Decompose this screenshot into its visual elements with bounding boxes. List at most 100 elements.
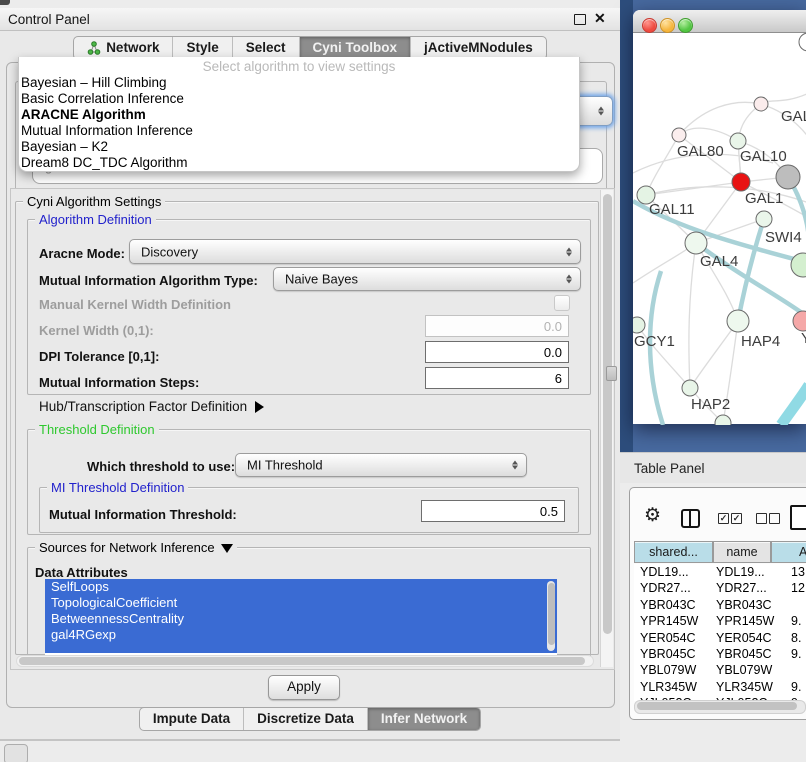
table-row[interactable]: YPR145WYPR145W9. bbox=[634, 613, 806, 629]
attributes-scrollbar[interactable] bbox=[547, 581, 555, 651]
dpi-tolerance-input[interactable]: 0.0 bbox=[425, 341, 569, 363]
unchecked-checkbox-icon[interactable] bbox=[769, 513, 780, 524]
unchecked-checkbox-icon[interactable] bbox=[756, 513, 767, 524]
selection-continues bbox=[45, 643, 557, 653]
network-node[interactable] bbox=[732, 173, 750, 191]
algorithm-option[interactable]: Mutual Information Inference bbox=[19, 123, 579, 139]
hub-definition-toggle[interactable]: Hub/Transcription Factor Definition bbox=[39, 399, 264, 414]
network-edge[interactable] bbox=[689, 243, 696, 388]
scrollbar-thumb[interactable] bbox=[637, 702, 797, 710]
algorithm-dropdown-list: Select algorithm to view settings Bayesi… bbox=[18, 57, 580, 172]
network-edge[interactable] bbox=[679, 128, 738, 141]
attribute-list-item[interactable]: SelfLoops bbox=[45, 579, 557, 595]
checked-checkbox-icon[interactable]: ✓ bbox=[731, 513, 742, 524]
table-row[interactable]: YLR345WYLR345W9. bbox=[634, 679, 806, 695]
attribute-list-item[interactable]: TopologicalCoefficient bbox=[45, 595, 557, 611]
sources-toggle[interactable]: Sources for Network Inference bbox=[35, 540, 237, 555]
gear-icon[interactable]: ⚙ bbox=[644, 506, 661, 525]
data-attributes-list[interactable]: SelfLoopsTopologicalCoefficientBetweenne… bbox=[45, 579, 557, 655]
network-edge[interactable] bbox=[690, 321, 738, 388]
tab-style[interactable]: Style bbox=[172, 37, 231, 59]
settings-vertical-scrollbar[interactable] bbox=[600, 190, 613, 667]
table-cell: YLR345W bbox=[635, 680, 716, 694]
corner-grip bbox=[0, 0, 10, 5]
algorithm-option[interactable]: Bayesian – K2 bbox=[19, 139, 579, 155]
network-edge[interactable] bbox=[646, 182, 741, 195]
close-icon[interactable]: ✕ bbox=[594, 10, 606, 27]
scrollbar-thumb[interactable] bbox=[548, 583, 555, 645]
settings-horizontal-scrollbar[interactable] bbox=[16, 655, 594, 667]
group-title: Threshold Definition bbox=[35, 422, 159, 437]
minimized-panel-widget[interactable] bbox=[4, 744, 28, 762]
table-cell: YPR145W bbox=[713, 614, 776, 628]
aracne-mode-combobox[interactable]: Discovery bbox=[129, 239, 581, 264]
network-node[interactable] bbox=[682, 380, 698, 396]
tab-infer-network[interactable]: Infer Network bbox=[367, 708, 480, 730]
panel-splitter-handle[interactable] bbox=[606, 366, 617, 381]
network-edge[interactable] bbox=[679, 102, 761, 135]
hub-definition-label: Hub/Transcription Factor Definition bbox=[39, 399, 247, 414]
document-icon[interactable] bbox=[790, 505, 806, 530]
checked-checkbox-icon[interactable]: ✓ bbox=[718, 513, 729, 524]
table-row[interactable]: YDL19...YDL19...13 bbox=[634, 564, 806, 580]
network-canvas[interactable]: GALGAL80GAL10GAL1GAL11SWI4GAL4GCY1HAP4YH… bbox=[633, 33, 806, 425]
manual-kernel-width-checkbox[interactable] bbox=[554, 295, 570, 311]
table-row[interactable]: YBR045CYBR045C9. bbox=[634, 646, 806, 662]
table-row[interactable]: YBL079WYBL079W bbox=[634, 662, 806, 678]
network-node[interactable] bbox=[799, 33, 806, 51]
tab-jactivemnodules[interactable]: jActiveMNodules bbox=[410, 37, 546, 59]
table-horizontal-scrollbar[interactable] bbox=[634, 700, 806, 714]
scrollbar-thumb[interactable] bbox=[603, 194, 612, 634]
network-node[interactable] bbox=[685, 232, 707, 254]
network-node[interactable] bbox=[754, 97, 768, 111]
algorithm-option[interactable]: ARACNE Algorithm bbox=[19, 107, 579, 123]
network-window-titlebar[interactable] bbox=[633, 10, 806, 33]
apply-button[interactable]: Apply bbox=[268, 675, 340, 700]
tab-select[interactable]: Select bbox=[232, 37, 299, 59]
float-window-icon[interactable] bbox=[574, 14, 586, 25]
network-node-label: Y bbox=[801, 330, 806, 347]
which-threshold-combobox[interactable]: MI Threshold bbox=[235, 453, 527, 477]
minimize-traffic-light-icon[interactable] bbox=[660, 18, 675, 33]
tab-label: jActiveMNodules bbox=[424, 37, 533, 59]
mi-steps-input[interactable]: 6 bbox=[425, 367, 569, 389]
combo-arrows-icon bbox=[512, 461, 518, 470]
network-node[interactable] bbox=[727, 310, 749, 332]
network-node[interactable] bbox=[776, 165, 800, 189]
network-node-label: GAL4 bbox=[700, 253, 738, 270]
tab-impute-data[interactable]: Impute Data bbox=[140, 708, 243, 730]
column-header-clipped[interactable]: Av bbox=[771, 541, 806, 563]
table-row[interactable]: YBR043CYBR043C bbox=[634, 597, 806, 613]
scrollbar-thumb[interactable] bbox=[19, 657, 585, 665]
table-row[interactable]: YER054CYER054C8. bbox=[634, 630, 806, 646]
combo-value: Discovery bbox=[141, 244, 198, 259]
kernel-width-input[interactable]: 0.0 bbox=[425, 315, 569, 337]
column-header-name[interactable]: name bbox=[713, 541, 771, 563]
algorithm-option[interactable]: Bayesian – Hill Climbing bbox=[19, 75, 579, 91]
mi-algorithm-type-combobox[interactable]: Naive Bayes bbox=[273, 267, 581, 291]
network-edge[interactable] bbox=[738, 219, 764, 321]
algorithm-option[interactable]: Basic Correlation Inference bbox=[19, 91, 579, 107]
network-node[interactable] bbox=[730, 133, 746, 149]
zoom-traffic-light-icon[interactable] bbox=[678, 18, 693, 33]
column-header-shared-name[interactable]: shared... bbox=[634, 541, 713, 563]
attribute-list-item[interactable]: BetweennessCentrality bbox=[45, 611, 557, 627]
table-row[interactable]: YDR27...YDR27...12 bbox=[634, 580, 806, 596]
close-traffic-light-icon[interactable] bbox=[642, 18, 657, 33]
split-columns-icon[interactable] bbox=[681, 509, 700, 528]
network-edge[interactable] bbox=[781, 385, 806, 425]
mi-threshold-input[interactable]: 0.5 bbox=[421, 500, 565, 522]
network-node-label: GAL10 bbox=[740, 148, 787, 165]
network-node[interactable] bbox=[793, 311, 806, 331]
algorithm-option[interactable]: Dream8 DC_TDC Algorithm bbox=[19, 155, 579, 171]
network-node[interactable] bbox=[672, 128, 686, 142]
combo-arrows-icon bbox=[566, 275, 572, 284]
network-node[interactable] bbox=[633, 317, 645, 333]
tab-cyni-toolbox[interactable]: Cyni Toolbox bbox=[299, 37, 411, 59]
tab-discretize-data[interactable]: Discretize Data bbox=[243, 708, 367, 730]
screen: GALGAL80GAL10GAL1GAL11SWI4GAL4GCY1HAP4YH… bbox=[0, 0, 806, 762]
tab-label: Cyni Toolbox bbox=[313, 37, 398, 59]
attribute-list-item[interactable]: gal4RGexp bbox=[45, 627, 557, 643]
network-node[interactable] bbox=[756, 211, 772, 227]
tab-network[interactable]: Network bbox=[74, 37, 172, 59]
